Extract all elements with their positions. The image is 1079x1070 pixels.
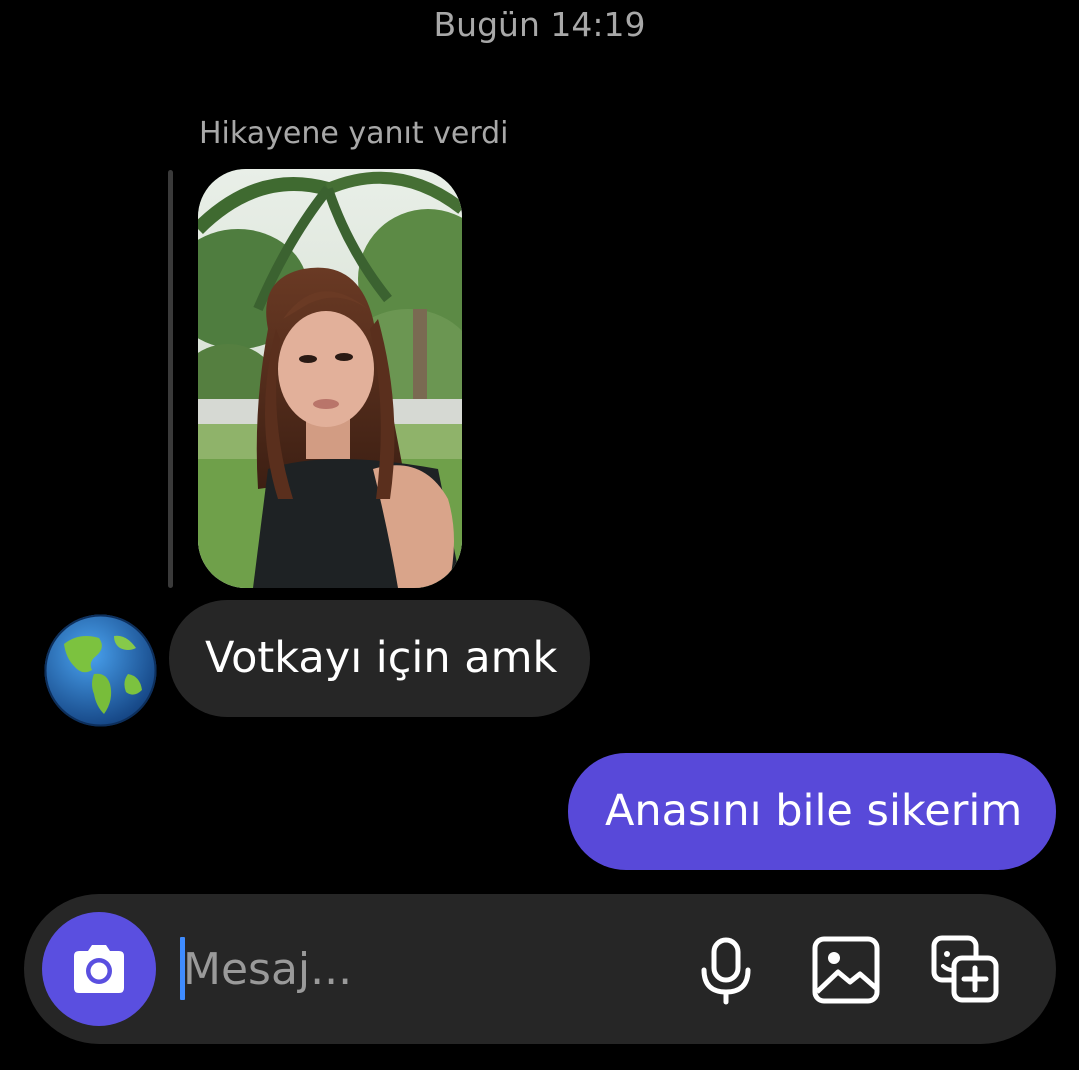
story-photo-illustration (198, 169, 462, 588)
message-timestamp: Bugün 14:19 (433, 5, 646, 44)
message-input[interactable] (183, 940, 663, 1000)
microphone-button[interactable] (690, 934, 762, 1006)
gallery-button[interactable] (810, 934, 882, 1006)
camera-icon (74, 945, 124, 993)
globe-icon (44, 614, 157, 727)
incoming-message-bubble[interactable]: Votkayı için amk (169, 600, 590, 717)
story-reply-caption: Hikayene yanıt verdi (199, 116, 509, 151)
outgoing-message-bubble[interactable]: Anasını bile sikerim (568, 753, 1056, 870)
contact-avatar[interactable] (44, 614, 157, 727)
sticker-button[interactable] (930, 934, 1002, 1006)
story-thumbnail[interactable] (198, 169, 462, 588)
gallery-icon (812, 936, 880, 1004)
microphone-icon (701, 937, 751, 1005)
dm-thread-screen: Bugün 14:19 Hikayene yanıt verdi Votkayı… (0, 0, 1079, 1070)
sticker-add-icon (931, 935, 999, 1003)
camera-button[interactable] (42, 912, 156, 1026)
reply-divider-line (168, 170, 173, 588)
